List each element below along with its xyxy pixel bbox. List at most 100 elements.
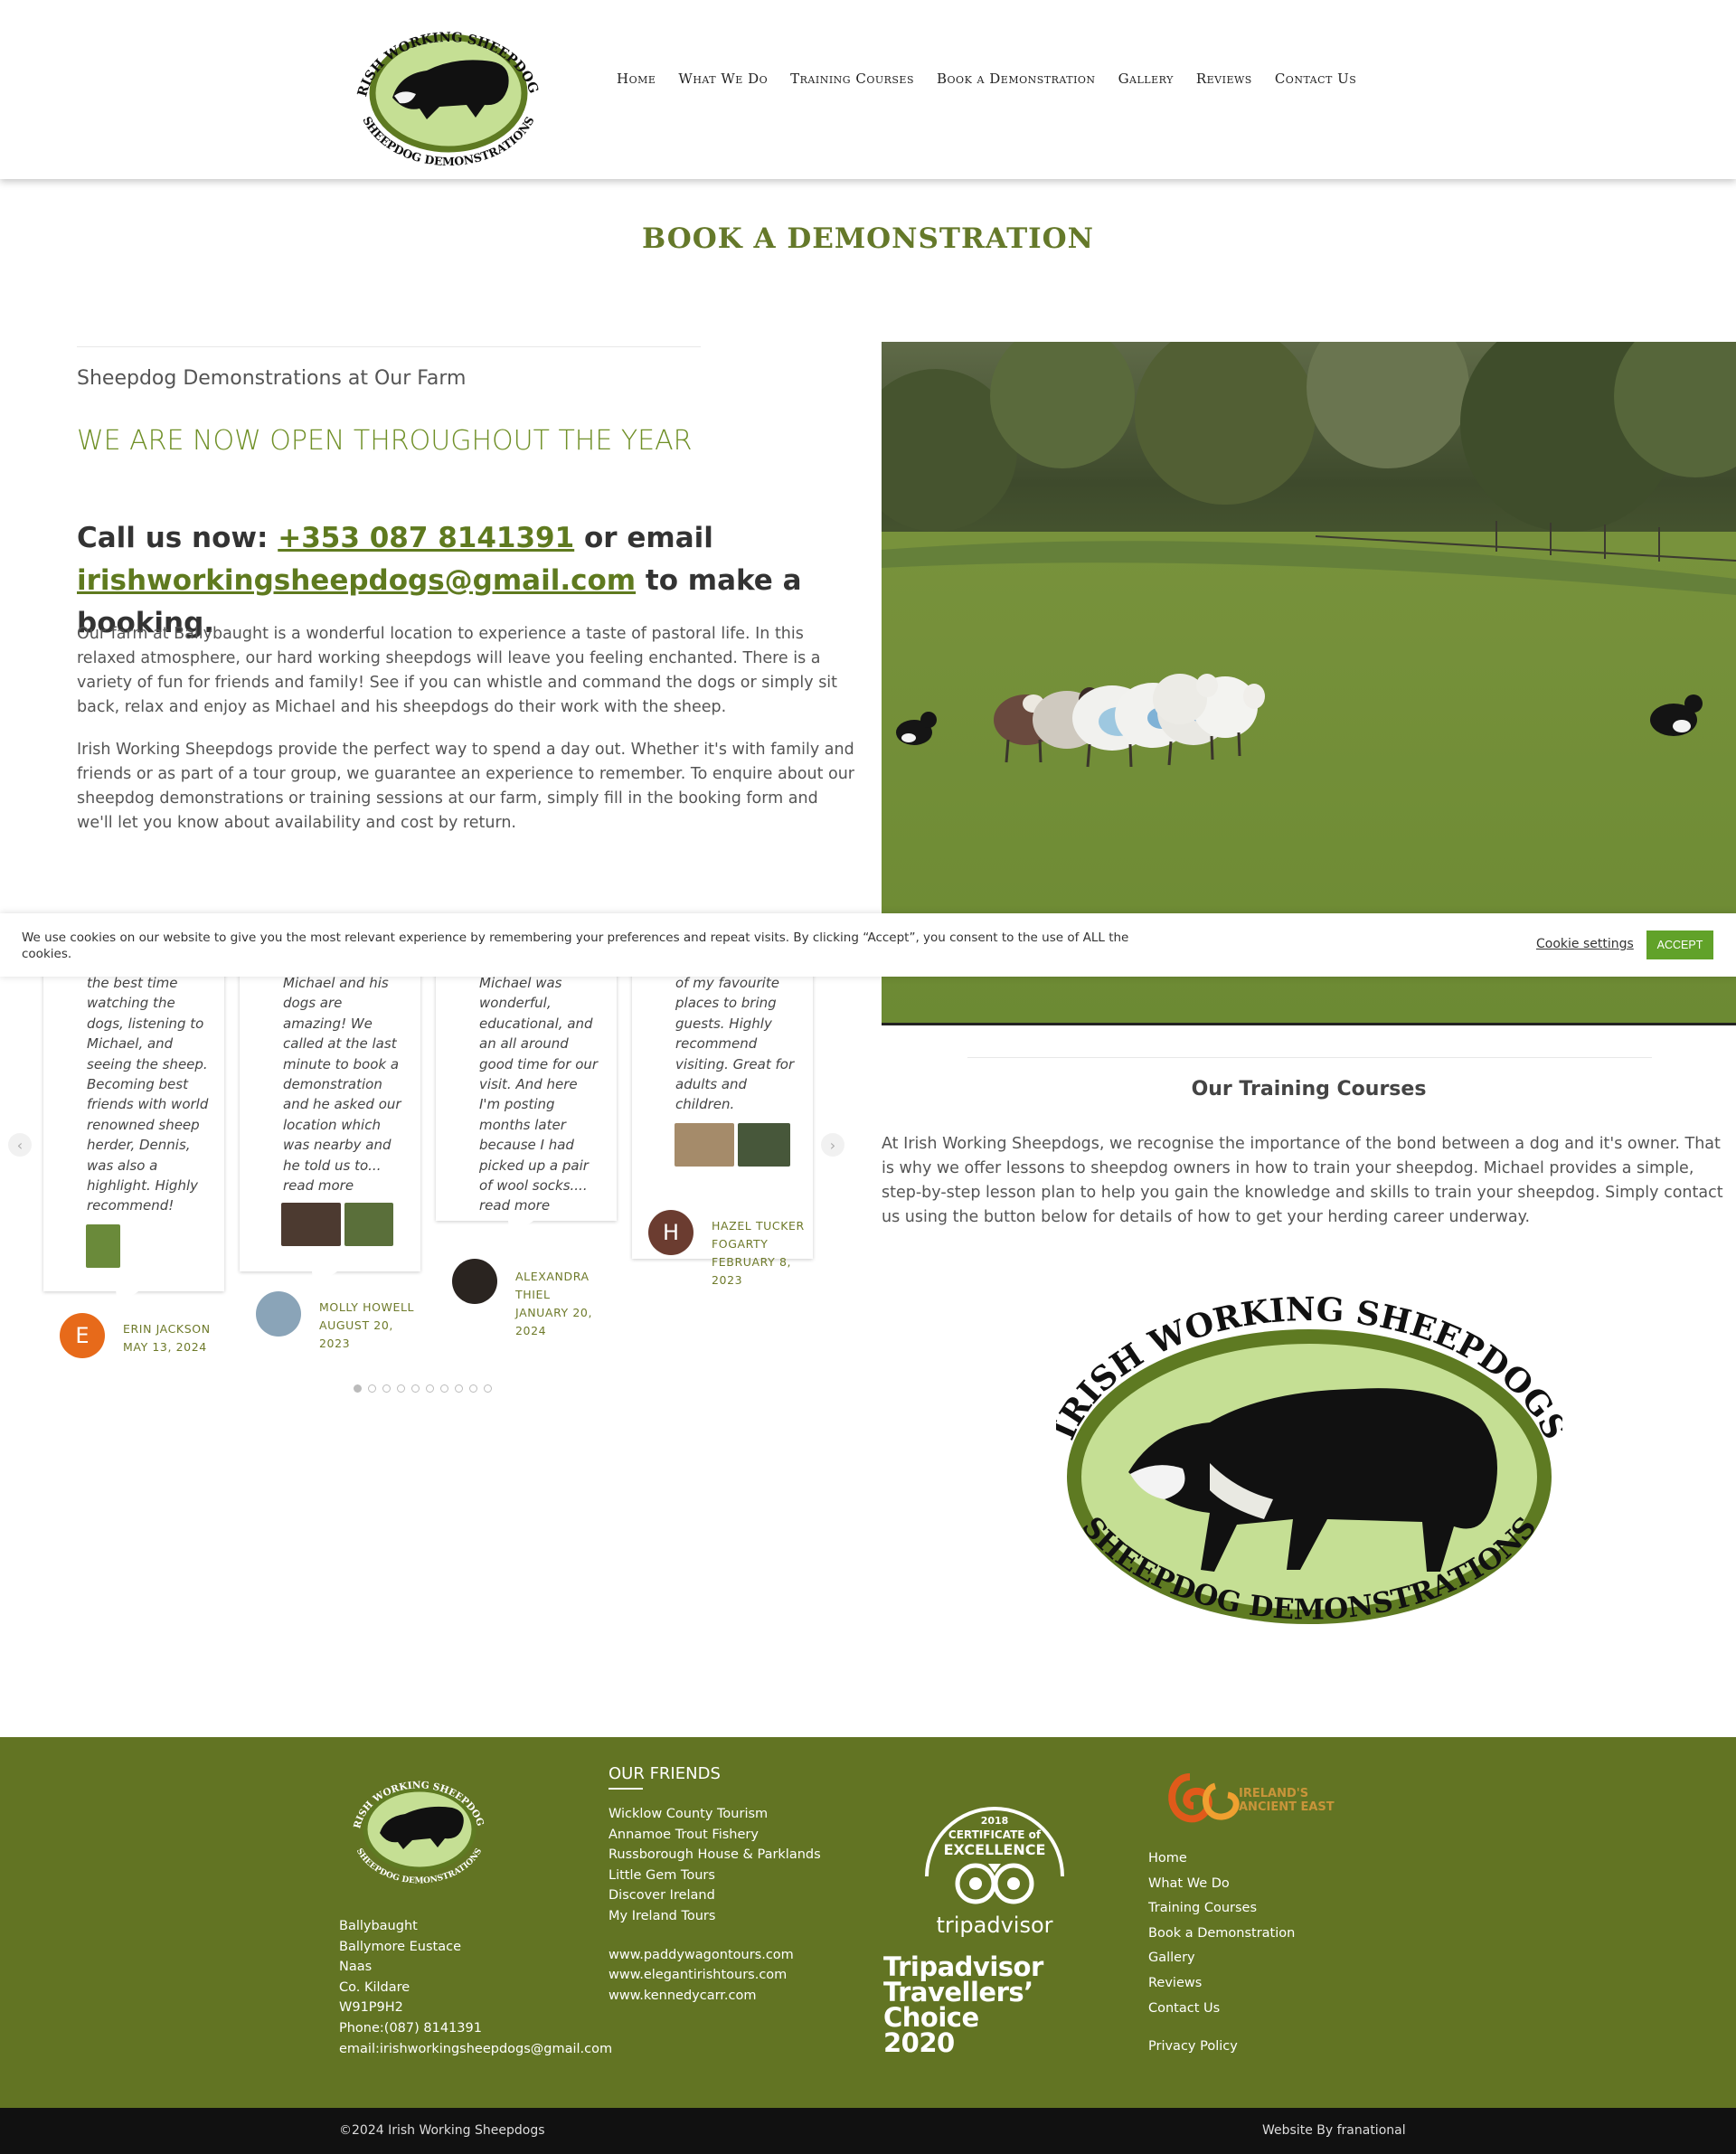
tripadvisor-certificate-badge[interactable]: 2018 CERTIFICATE of EXCELLENCE tripadvis… (918, 1777, 1071, 1949)
carousel-prev-button[interactable]: ‹ (8, 1133, 32, 1157)
carousel-next-button[interactable]: › (821, 1133, 844, 1157)
review-text: Michael and his dogs are amazing! We called… (283, 977, 401, 1195)
travellers-choice-badge[interactable]: Tripadvisor Travellers’ Choice 2020 (883, 1954, 1043, 2056)
friend-url[interactable]: www.kennedycarr.com (609, 1986, 821, 2007)
review-text: Michael was wonderful, educational, and an … (479, 977, 599, 1214)
carousel-dots (354, 1384, 492, 1393)
carousel-dot[interactable] (368, 1384, 376, 1393)
site-logo[interactable]: IRISH WORKING SHEEPDOGS SHEEPDOG DEMONST… (335, 0, 557, 170)
intro-subhead: Sheepdog Demonstrations at Our Farm (77, 367, 467, 390)
review-photo[interactable] (344, 1203, 393, 1246)
chevron-left-icon: ‹ (16, 1136, 24, 1154)
footer-link-gallery[interactable]: Gallery (1148, 1946, 1295, 1971)
nav-gallery[interactable]: Gallery (1118, 71, 1174, 87)
main-nav: Home What We Do Training Courses Book a … (617, 71, 1356, 87)
review-photos (86, 1224, 120, 1268)
email-link[interactable]: irishworkingsheepdogs@gmail.com (77, 564, 636, 597)
reviewer-avatar: E (60, 1313, 105, 1358)
review-date: FEBRUARY 8, 2023 (712, 1255, 792, 1287)
cookie-settings-link[interactable]: Cookie settings (1536, 937, 1634, 951)
trip-year: 2018 (981, 1815, 1009, 1827)
friend-link[interactable]: Discover Ireland (609, 1885, 821, 1906)
trip-brand: tripadvisor (936, 1913, 1052, 1938)
footer-link-contact-us[interactable]: Contact Us (1148, 1997, 1295, 2022)
friend-url[interactable]: www.paddywagontours.com (609, 1945, 821, 1966)
review-date: AUGUST 20, 2023 (319, 1318, 393, 1350)
reviews-carousel: the best time watching the dogs, listening… (0, 977, 882, 1411)
carousel-dot[interactable] (354, 1384, 362, 1393)
review-date: JANUARY 20, 2024 (515, 1306, 593, 1337)
footer-link-privacy-policy[interactable]: Privacy Policy (1148, 2035, 1295, 2060)
cookie-text: We use cookies on our website to give yo… (22, 931, 1129, 961)
friends-list: Wicklow County Tourism Annamoe Trout Fis… (609, 1804, 821, 2006)
friend-link[interactable]: Annamoe Trout Fishery (609, 1825, 821, 1846)
review-date: MAY 13, 2024 (123, 1340, 207, 1354)
review-photo[interactable] (281, 1203, 341, 1246)
section-divider (77, 346, 701, 347)
tripadvisor-owl-icon (955, 1863, 1034, 1904)
footer-link-book-demonstration[interactable]: Book a Demonstration (1148, 1922, 1295, 1947)
reviewer-name: MOLLY HOWELL (319, 1300, 415, 1314)
copyright: ©2024 Irish Working Sheepdogs (339, 2123, 545, 2138)
intro-paragraph-day-out: Irish Working Sheepdogs provide the perf… (77, 741, 854, 832)
review-text: of my favourite places to bring guests. Hi… (675, 977, 795, 1113)
review-photo[interactable] (738, 1123, 790, 1167)
trip-cert-line1: CERTIFICATE of (948, 1828, 1042, 1841)
friend-url[interactable]: www.elegantirishtours.com (609, 1965, 821, 1986)
carousel-dot[interactable] (484, 1384, 492, 1393)
review-pointer (508, 1221, 533, 1237)
website-credit[interactable]: Website By franational (1262, 2123, 1406, 2138)
friend-link[interactable]: Russborough House & Parklands (609, 1845, 821, 1866)
carousel-dot[interactable] (455, 1384, 463, 1393)
training-text: At Irish Working Sheepdogs, we recognise… (882, 1135, 1723, 1226)
cookie-accept-button[interactable]: ACCEPT (1646, 931, 1713, 959)
friend-link[interactable]: Little Gem Tours (609, 1866, 821, 1886)
review-photo[interactable] (86, 1224, 120, 1268)
carousel-dot[interactable] (440, 1384, 448, 1393)
carousel-dot[interactable] (426, 1384, 434, 1393)
review-pointer (312, 1271, 337, 1288)
footer-link-training-courses[interactable]: Training Courses (1148, 1896, 1295, 1922)
nav-training-courses[interactable]: Training Courses (790, 71, 914, 87)
footer-email[interactable]: email:irishworkingsheepdogs@gmail.com (339, 2039, 612, 2060)
training-title: Our Training Courses (1191, 1078, 1427, 1101)
review-photo[interactable] (675, 1123, 734, 1167)
large-logo: IRISH WORKING SHEEPDOGS SHEEPDOG DEMONST… (1044, 1282, 1574, 1671)
chevron-right-icon: › (829, 1136, 836, 1154)
phone-link[interactable]: +353 087 8141391 (278, 522, 574, 554)
reviewer-info: ALEXANDRA THIEL JANUARY 20, 2024 (515, 1268, 615, 1340)
nav-home[interactable]: Home (617, 71, 656, 87)
review-photos (675, 1123, 790, 1167)
footer-logo[interactable]: IRISH WORKING SHEEPDOGS SHEEPDOG DEMONST… (336, 1756, 498, 1886)
nav-what-we-do[interactable]: What We Do (678, 71, 768, 87)
nav-book-demonstration[interactable]: Book a Demonstration (937, 71, 1096, 87)
irelands-ancient-east-logo[interactable]: IRELAND'S ANCIENT EAST (1163, 1768, 1362, 1831)
site-header: IRISH WORKING SHEEPDOGS SHEEPDOG DEMONST… (0, 0, 1736, 179)
reviewer-info: ERIN JACKSON MAY 13, 2024 (123, 1320, 231, 1356)
review-photos (281, 1203, 393, 1246)
review-text: the best time watching the dogs, listening… (87, 977, 209, 1214)
nav-contact-us[interactable]: Contact Us (1275, 71, 1357, 87)
friend-link[interactable]: My Ireland Tours (609, 1906, 821, 1927)
intro-paragraph-farm: Our farm at Ballybaught is a wonderful l… (77, 625, 838, 716)
reviewer-avatar (452, 1259, 497, 1304)
carousel-dot[interactable] (397, 1384, 405, 1393)
carousel-dot[interactable] (411, 1384, 420, 1393)
bottom-bar: ©2024 Irish Working Sheepdogs Website By… (0, 2108, 1736, 2154)
footer-link-reviews[interactable]: Reviews (1148, 1971, 1295, 1997)
footer-link-what-we-do[interactable]: What We Do (1148, 1872, 1295, 1897)
reviewer-name: HAZEL TUCKER FOGARTY (712, 1219, 805, 1251)
reviewer-info: MOLLY HOWELL AUGUST 20, 2023 (319, 1299, 428, 1353)
carousel-dot[interactable] (382, 1384, 391, 1393)
friend-link[interactable]: Wicklow County Tourism (609, 1804, 821, 1825)
ancient-line1: IRELAND'S (1239, 1787, 1308, 1800)
cookie-banner: We use cookies on our website to give yo… (0, 913, 1736, 977)
carousel-dot[interactable] (469, 1384, 477, 1393)
footer-link-home[interactable]: Home (1148, 1847, 1295, 1872)
reviewer-avatar: H (648, 1210, 693, 1255)
nav-reviews[interactable]: Reviews (1196, 71, 1252, 87)
reviewer-info: HAZEL TUCKER FOGARTY FEBRUARY 8, 2023 (712, 1217, 811, 1290)
friends-title: OUR FRIENDS (609, 1764, 721, 1783)
footer-links: Home What We Do Training Courses Book a … (1148, 1847, 1295, 2060)
footer-phone[interactable]: Phone:(087) 8141391 (339, 2018, 612, 2039)
